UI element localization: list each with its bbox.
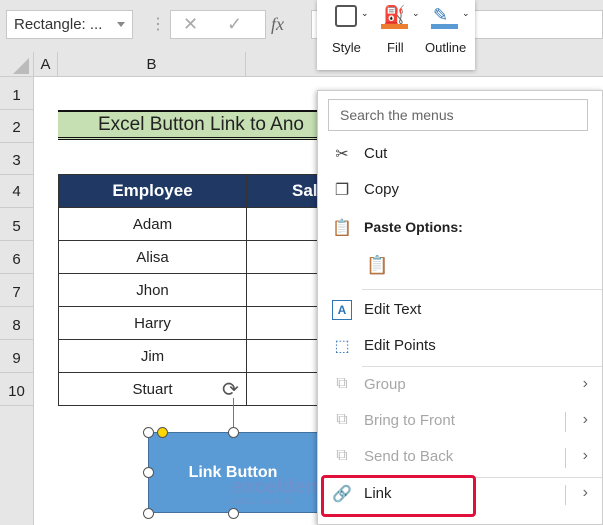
- outline-pen-icon[interactable]: ✎: [433, 5, 448, 26]
- resize-handle[interactable]: [228, 508, 239, 519]
- send-to-back-icon: ⧉: [336, 447, 348, 464]
- menu-separator: [362, 366, 602, 367]
- highlight-box: [321, 475, 476, 517]
- menu-item-send-to-back[interactable]: ⧉ Send to Back ›: [318, 443, 603, 473]
- header-employee[interactable]: Employee: [58, 174, 247, 208]
- clipboard-icon: 📋: [332, 220, 352, 237]
- column-headers: A B: [0, 52, 603, 77]
- column-header-a[interactable]: A: [34, 52, 58, 77]
- context-menu: Search the menus ✂ Cut ❐ Copy 📋 Paste Optio…: [317, 90, 603, 525]
- mini-toolbar: ⌄ Style ⛽ ⌄ Fill ✎ ⌄ Outline: [317, 0, 475, 70]
- rotate-handle-icon[interactable]: ⟳: [222, 377, 239, 402]
- menu-item-edit-points[interactable]: ⬚ Edit Points: [318, 332, 603, 362]
- cell-employee[interactable]: Harry: [58, 306, 247, 340]
- chevron-down-icon[interactable]: ⌄: [412, 8, 420, 19]
- adjust-handle[interactable]: [157, 427, 168, 438]
- copy-icon: ❐: [334, 182, 350, 199]
- row-header[interactable]: 5: [0, 208, 34, 241]
- shape-style-icon[interactable]: [335, 5, 357, 27]
- menu-item-group[interactable]: ⧉ Group ›: [318, 371, 603, 401]
- bring-to-front-icon: ⧉: [336, 411, 348, 428]
- row-header[interactable]: 7: [0, 274, 34, 307]
- grip-icon: ⋮: [150, 16, 166, 33]
- chevron-right-icon[interactable]: ›: [583, 484, 588, 502]
- row-header[interactable]: 2: [0, 110, 34, 143]
- name-box[interactable]: Rectangle: ...: [6, 10, 133, 39]
- chevron-right-icon[interactable]: ›: [583, 411, 588, 429]
- edit-points-icon: ⬚: [334, 338, 350, 355]
- enter-icon[interactable]: ✓: [227, 14, 242, 35]
- cell-employee[interactable]: Alisa: [58, 240, 247, 274]
- resize-handle[interactable]: [143, 508, 154, 519]
- menu-separator: [362, 289, 602, 290]
- cell-employee[interactable]: Adam: [58, 207, 247, 241]
- resize-handle[interactable]: [143, 467, 154, 478]
- row-header[interactable]: 4: [0, 175, 34, 208]
- formula-buttons: ✕ ✓ fx: [170, 10, 284, 39]
- outline-label[interactable]: Outline: [425, 40, 466, 55]
- menu-item-bring-to-front[interactable]: ⧉ Bring to Front ›: [318, 407, 603, 437]
- employee-table: Employee Sal Adam Alisa Jhon Harry Jim St…: [58, 174, 337, 406]
- resize-handle[interactable]: [228, 427, 239, 438]
- column-header-b[interactable]: B: [58, 52, 246, 77]
- row-header[interactable]: 1: [0, 77, 34, 110]
- fill-label[interactable]: Fill: [387, 40, 404, 55]
- fill-bucket-icon[interactable]: ⛽: [383, 5, 405, 26]
- row-header[interactable]: 3: [0, 143, 34, 175]
- sheet-title[interactable]: Excel Button Link to Ano: [58, 110, 328, 140]
- cell-employee[interactable]: Jim: [58, 339, 247, 373]
- row-header[interactable]: 9: [0, 340, 34, 373]
- chevron-down-icon[interactable]: ⌄: [361, 8, 369, 19]
- scissors-icon: ✂: [335, 146, 349, 163]
- row-header[interactable]: 8: [0, 307, 34, 340]
- chevron-down-icon[interactable]: [117, 22, 125, 27]
- row-header-blank: [0, 406, 34, 525]
- paste-icon[interactable]: 📋: [366, 255, 388, 276]
- row-header[interactable]: 6: [0, 241, 34, 274]
- chevron-right-icon: ›: [582, 375, 588, 392]
- fx-icon[interactable]: fx: [271, 14, 284, 35]
- cancel-icon[interactable]: ✕: [183, 14, 198, 35]
- chevron-down-icon[interactable]: ⌄: [462, 8, 470, 19]
- name-box-value: Rectangle: ...: [14, 16, 103, 33]
- menu-item-cut[interactable]: ✂ Cut: [318, 140, 603, 170]
- menu-item-edit-text[interactable]: A Edit Text: [318, 296, 603, 326]
- search-menus-input[interactable]: Search the menus: [328, 99, 588, 131]
- edit-text-icon: A: [332, 300, 352, 320]
- chevron-right-icon[interactable]: ›: [583, 447, 588, 465]
- group-icon: ⧉: [336, 375, 348, 392]
- style-label[interactable]: Style: [332, 40, 361, 55]
- menu-item-copy[interactable]: ❐ Copy: [318, 176, 603, 206]
- cell-employee[interactable]: Stuart: [58, 372, 247, 406]
- cell-employee[interactable]: Jhon: [58, 273, 247, 307]
- row-header[interactable]: 10: [0, 373, 34, 406]
- resize-handle[interactable]: [143, 427, 154, 438]
- outline-color-bar: [431, 24, 458, 29]
- fill-color-bar: [381, 24, 408, 29]
- paste-options-heading: 📋 Paste Options:: [332, 219, 463, 237]
- select-all[interactable]: [0, 52, 34, 77]
